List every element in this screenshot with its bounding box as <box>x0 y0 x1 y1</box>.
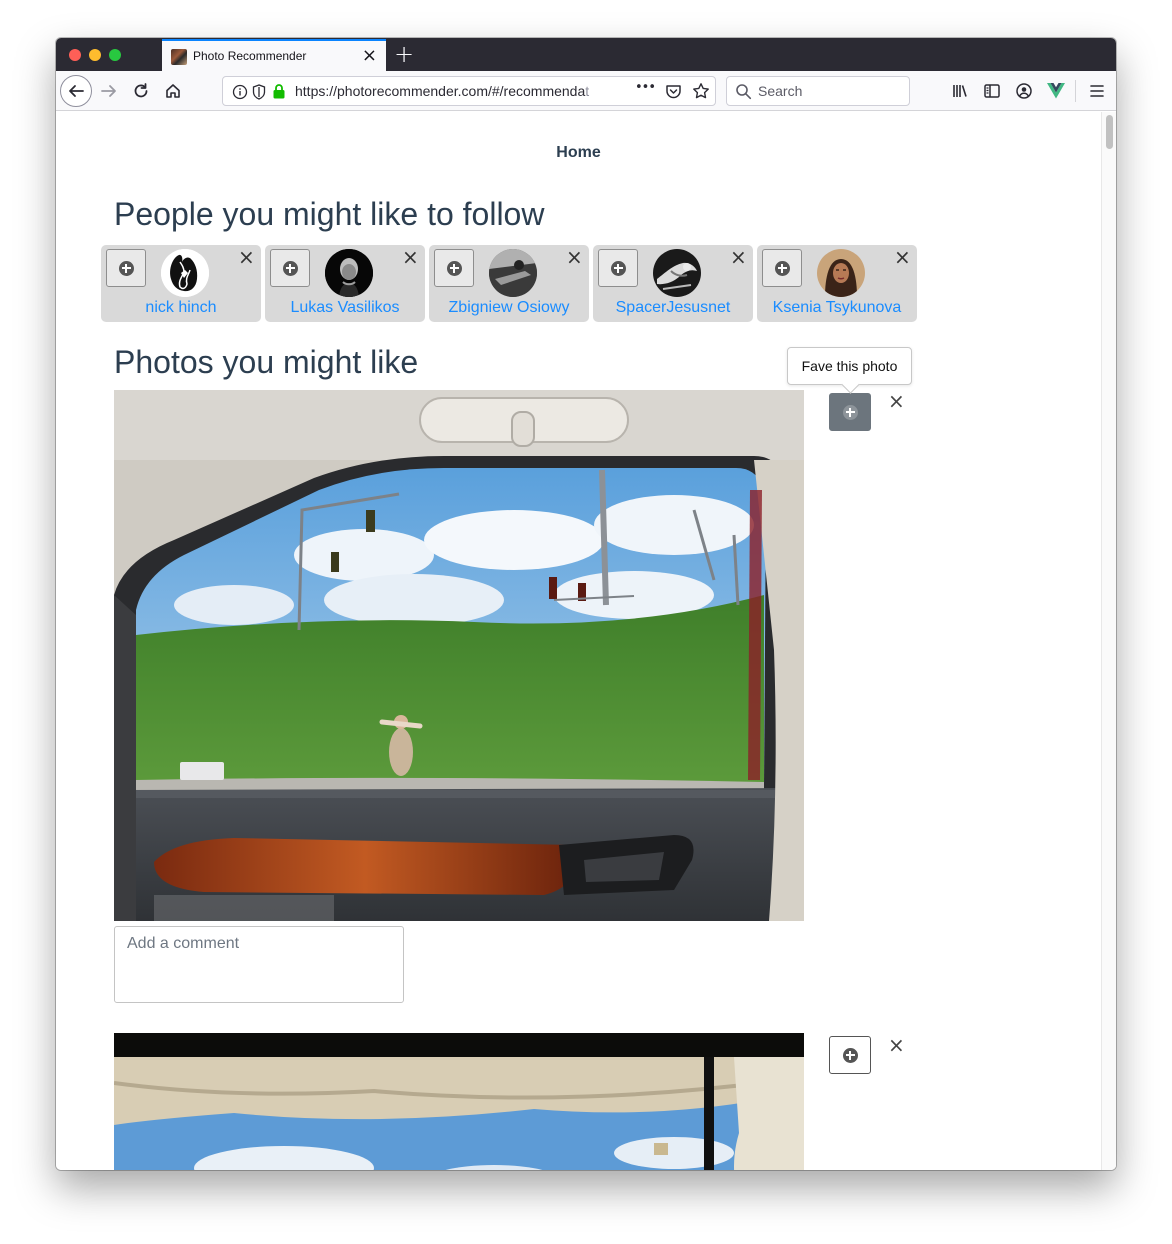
avatar[interactable] <box>653 249 701 297</box>
vue-icon <box>1047 83 1065 99</box>
account-button[interactable] <box>1011 78 1037 104</box>
person-card: × nick hinch <box>101 245 261 322</box>
person-card: × Ksenia Tsykunova <box>757 245 917 322</box>
comment-field[interactable] <box>114 926 404 1003</box>
info-icon[interactable] <box>232 84 248 100</box>
reload-icon <box>134 83 148 98</box>
minimize-window-button[interactable] <box>89 49 101 61</box>
browser-window: Photo Recommender × + https://photorecom… <box>56 38 1116 1170</box>
url-text[interactable]: https://photorecommender.com/#/recommend… <box>295 83 605 99</box>
person-name-link[interactable]: Ksenia Tsykunova <box>757 299 917 317</box>
lock-icon[interactable] <box>272 83 286 100</box>
search-bar[interactable]: Search <box>726 76 910 106</box>
home-button[interactable] <box>160 78 186 104</box>
avatar[interactable] <box>817 249 865 297</box>
plus-circle-icon <box>118 260 134 276</box>
fave-photo-button[interactable] <box>829 1036 871 1074</box>
dismiss-photo-button[interactable]: × <box>888 389 905 413</box>
forward-button[interactable] <box>96 78 122 104</box>
dismiss-person-button[interactable]: × <box>402 246 419 268</box>
nav-home-link[interactable]: Home <box>56 144 1101 162</box>
scrollbar[interactable] <box>1101 112 1116 1170</box>
photo-car-window[interactable] <box>114 390 804 921</box>
reload-button[interactable] <box>128 78 154 104</box>
maximize-window-button[interactable] <box>109 49 121 61</box>
person-card: × Lukas Vasilikos <box>265 245 425 322</box>
tab-title: Photo Recommender <box>193 49 307 63</box>
nav-toolbar: https://photorecommender.com/#/recommend… <box>56 71 1116 111</box>
plus-circle-icon <box>610 260 626 276</box>
tab-close-icon[interactable]: × <box>362 45 377 66</box>
sidebar-icon <box>984 84 1000 98</box>
person-name-link[interactable]: Zbigniew Osiowy <box>429 299 589 317</box>
plus-circle-icon <box>282 260 298 276</box>
person-name-link[interactable]: SpacerJesusnet <box>593 299 753 317</box>
person-card: × SpacerJesusnet <box>593 245 753 322</box>
fave-photo-button[interactable] <box>829 393 871 431</box>
plus-circle-icon <box>774 260 790 276</box>
favicon-icon <box>171 49 187 65</box>
sidebar-button[interactable] <box>979 78 1005 104</box>
pocket-icon[interactable] <box>665 83 682 100</box>
follow-button[interactable] <box>106 249 146 287</box>
photo-tent-view[interactable] <box>114 1033 804 1170</box>
avatar[interactable] <box>161 249 209 297</box>
library-icon <box>953 85 967 97</box>
dismiss-person-button[interactable]: × <box>730 246 747 268</box>
hamburger-icon <box>1090 85 1104 97</box>
photos-heading: Photos you might like <box>114 344 419 380</box>
search-input[interactable]: Search <box>758 83 802 99</box>
person-name-link[interactable]: Lukas Vasilikos <box>265 299 425 317</box>
shield-icon[interactable] <box>252 84 266 100</box>
avatar[interactable] <box>489 249 537 297</box>
follow-button[interactable] <box>270 249 310 287</box>
avatar[interactable] <box>325 249 373 297</box>
page-actions-icon[interactable]: ••• <box>635 80 656 95</box>
page-content: Home People you might like to follow × n… <box>56 112 1116 1170</box>
home-icon <box>166 84 180 98</box>
person-card: × Zbigniew Osiowy <box>429 245 589 322</box>
person-name-link[interactable]: nick hinch <box>101 299 261 317</box>
fave-tooltip: Fave this photo <box>787 347 912 385</box>
arrow-right-icon <box>101 85 116 97</box>
dismiss-photo-button[interactable]: × <box>888 1033 905 1057</box>
follow-button[interactable] <box>762 249 802 287</box>
plus-circle-icon <box>842 404 858 420</box>
tab-bar: Photo Recommender × + <box>56 38 1116 71</box>
back-button[interactable] <box>60 75 92 107</box>
url-bar[interactable]: https://photorecommender.com/#/recommend… <box>222 76 716 106</box>
library-button[interactable] <box>947 78 973 104</box>
follow-button[interactable] <box>598 249 638 287</box>
dismiss-person-button[interactable]: × <box>566 246 583 268</box>
people-heading: People you might like to follow <box>114 196 545 232</box>
vue-devtools-button[interactable] <box>1043 78 1069 104</box>
search-icon <box>736 84 752 100</box>
new-tab-button[interactable]: + <box>394 40 414 68</box>
toolbar-divider <box>1075 80 1076 102</box>
tab-photo-recommender[interactable]: Photo Recommender × <box>162 39 386 71</box>
scrollbar-thumb[interactable] <box>1106 115 1113 149</box>
follow-button[interactable] <box>434 249 474 287</box>
arrow-left-icon <box>69 85 84 97</box>
star-icon[interactable] <box>692 82 710 100</box>
close-window-button[interactable] <box>69 49 81 61</box>
plus-circle-icon <box>842 1047 858 1063</box>
menu-button[interactable] <box>1084 78 1110 104</box>
account-icon <box>1016 83 1032 99</box>
plus-circle-icon <box>446 260 462 276</box>
dismiss-person-button[interactable]: × <box>238 246 255 268</box>
dismiss-person-button[interactable]: × <box>894 246 911 268</box>
